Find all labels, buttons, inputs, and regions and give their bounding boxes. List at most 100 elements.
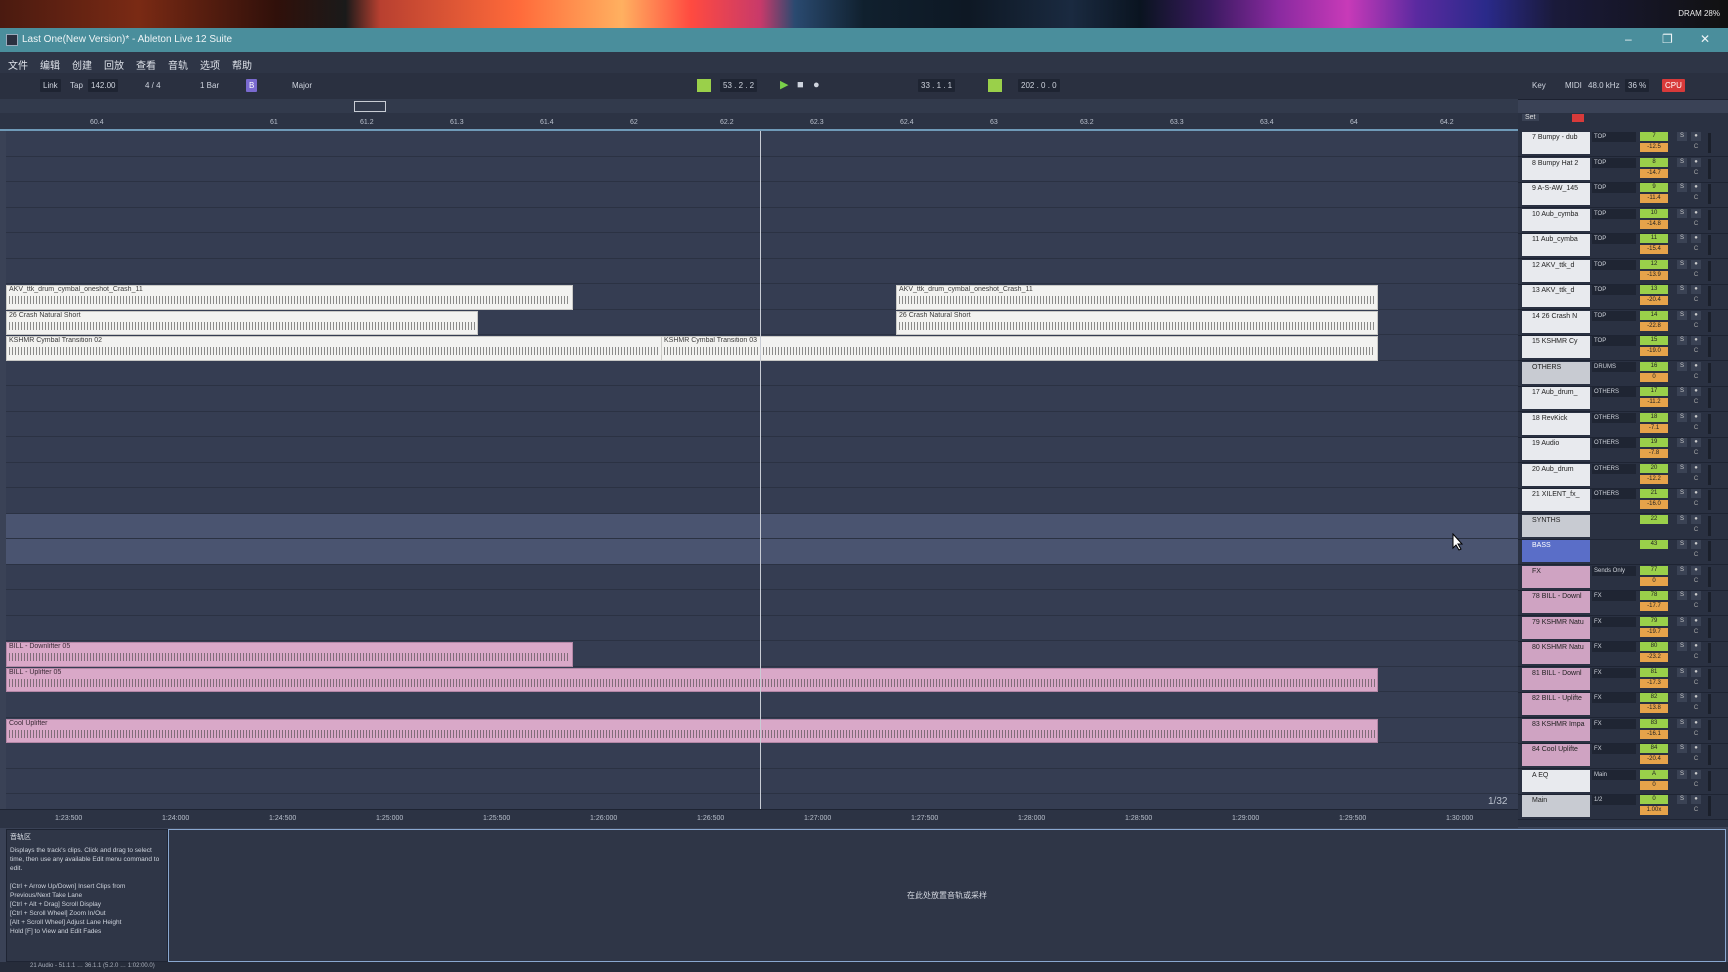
track-activator[interactable]: 9: [1640, 183, 1668, 192]
pan-value[interactable]: C: [1691, 296, 1701, 305]
track-activator[interactable]: 20: [1640, 463, 1668, 473]
track-volume[interactable]: -12.2: [1640, 474, 1668, 484]
solo-button[interactable]: S: [1677, 336, 1687, 345]
track-name[interactable]: 84 Cool Uplifte: [1522, 744, 1590, 766]
track-volume[interactable]: -17.3: [1640, 678, 1668, 688]
pan-value[interactable]: C: [1691, 577, 1701, 586]
solo-button[interactable]: S: [1677, 540, 1687, 549]
track-routing[interactable]: TOP: [1592, 310, 1636, 321]
track-name[interactable]: 15 KSHMR Cy: [1522, 336, 1590, 358]
pan-value[interactable]: C: [1691, 475, 1701, 484]
key-map-button[interactable]: Key: [1532, 79, 1546, 92]
track-name[interactable]: OTHERS: [1522, 361, 1590, 384]
arm-button[interactable]: ●: [1691, 744, 1701, 753]
track-volume[interactable]: -19.0: [1640, 347, 1668, 356]
track-lane[interactable]: [6, 794, 1518, 809]
stop-icon[interactable]: ■: [797, 79, 804, 92]
track-activator[interactable]: 43: [1640, 540, 1668, 549]
arm-button[interactable]: ●: [1691, 718, 1701, 728]
track-activator[interactable]: 22: [1640, 514, 1668, 524]
solo-button[interactable]: S: [1677, 259, 1687, 269]
track-name[interactable]: 82 BILL - Uplifte: [1522, 693, 1590, 715]
track-lane[interactable]: [6, 769, 1518, 794]
track-lane[interactable]: [6, 616, 1518, 641]
track-volume[interactable]: 0: [1640, 372, 1668, 382]
track-lane[interactable]: [6, 259, 1518, 284]
track-volume[interactable]: 0: [1640, 576, 1668, 586]
track-routing[interactable]: FX: [1592, 693, 1636, 703]
pan-value[interactable]: C: [1691, 449, 1701, 458]
track-name[interactable]: 83 KSHMR Impa: [1522, 718, 1590, 741]
track-activator[interactable]: 84: [1640, 744, 1668, 753]
scale-selector[interactable]: Major: [292, 79, 312, 92]
track-volume[interactable]: 0: [1640, 780, 1668, 790]
set-button[interactable]: Set: [1522, 114, 1539, 121]
quantize-menu[interactable]: 1 Bar: [200, 79, 219, 92]
track-name[interactable]: 19 Audio: [1522, 438, 1590, 460]
arm-button[interactable]: ●: [1691, 540, 1701, 549]
track-activator[interactable]: 15: [1640, 336, 1668, 345]
solo-button[interactable]: S: [1677, 183, 1687, 192]
track-lane[interactable]: [6, 743, 1518, 769]
track-lane[interactable]: [6, 488, 1518, 514]
track-routing[interactable]: TOP: [1592, 157, 1636, 168]
loop-start[interactable]: 33 . 1 . 1: [918, 79, 956, 92]
track-volume[interactable]: -12.5: [1640, 143, 1668, 152]
track-routing[interactable]: FX: [1592, 616, 1636, 627]
arrangement-overview[interactable]: [0, 99, 1518, 113]
track-routing[interactable]: OTHERS: [1592, 463, 1636, 474]
track-routing[interactable]: Main: [1592, 769, 1636, 780]
track-name[interactable]: 17 Aub_drum_: [1522, 387, 1590, 409]
track-header[interactable]: OTHERS DRUMS 16 0 S ● C: [1518, 361, 1728, 387]
track-activator[interactable]: A: [1640, 769, 1668, 779]
track-routing[interactable]: FX: [1592, 744, 1636, 754]
track-header[interactable]: SYNTHS 22 S ● C: [1518, 514, 1728, 540]
track-header[interactable]: 19 Audio OTHERS 19 -7.8 S ● C: [1518, 437, 1728, 463]
pan-value[interactable]: C: [1691, 271, 1701, 280]
track-name[interactable]: 11 Aub_cymba: [1522, 234, 1590, 256]
track-name[interactable]: 14 26 Crash N: [1522, 310, 1590, 333]
arm-button[interactable]: ●: [1691, 438, 1701, 447]
pan-value[interactable]: C: [1691, 602, 1701, 611]
solo-button[interactable]: S: [1677, 769, 1687, 779]
solo-button[interactable]: S: [1677, 744, 1687, 753]
track-routing[interactable]: DRUMS: [1592, 361, 1636, 372]
time-signature[interactable]: 4 / 4: [145, 79, 161, 92]
pan-value[interactable]: C: [1691, 653, 1701, 662]
solo-button[interactable]: S: [1677, 616, 1687, 626]
track-routing[interactable]: FX: [1592, 591, 1636, 601]
audio-clip[interactable]: BILL - Uplifter 05: [6, 667, 1378, 692]
track-routing[interactable]: OTHERS: [1592, 438, 1636, 448]
track-name[interactable]: 78 BILL - Downl: [1522, 591, 1590, 613]
menu-options[interactable]: 选项: [200, 57, 220, 72]
solo-button[interactable]: S: [1677, 132, 1687, 141]
track-name[interactable]: 7 Bumpy - dub: [1522, 132, 1590, 154]
solo-button[interactable]: S: [1677, 693, 1687, 702]
track-name[interactable]: 18 RevKick: [1522, 412, 1590, 435]
pan-value[interactable]: C: [1691, 245, 1701, 254]
arm-button[interactable]: ●: [1691, 565, 1701, 575]
track-lane[interactable]: [6, 437, 1518, 463]
arm-button[interactable]: ●: [1691, 463, 1701, 473]
track-activator[interactable]: 83: [1640, 718, 1668, 728]
track-header[interactable]: 14 26 Crash N TOP 14 -22.8 S ● C: [1518, 310, 1728, 336]
close-button[interactable]: ✕: [1700, 32, 1710, 46]
detail-view-drop-zone[interactable]: 在此处放置音轨或采样: [168, 829, 1726, 962]
track-routing[interactable]: Sends Only: [1592, 565, 1636, 576]
track-volume[interactable]: -7.1: [1640, 423, 1668, 433]
solo-button[interactable]: S: [1677, 667, 1687, 677]
track-activator[interactable]: 17: [1640, 387, 1668, 396]
track-volume[interactable]: -14.7: [1640, 168, 1668, 178]
arm-button[interactable]: ●: [1691, 412, 1701, 422]
track-header[interactable]: 78 BILL - Downl FX 78 -17.7 S ● C: [1518, 590, 1728, 616]
arm-button[interactable]: ●: [1691, 591, 1701, 600]
pan-value[interactable]: C: [1691, 806, 1701, 815]
track-header[interactable]: Main 1/2 0 1.00x S ● C: [1518, 794, 1728, 820]
pan-value[interactable]: C: [1691, 628, 1701, 637]
audio-clip[interactable]: 26 Crash Natural Short: [6, 310, 478, 335]
track-header[interactable]: 20 Aub_drum OTHERS 20 -12.2 S ● C: [1518, 463, 1728, 489]
track-activator[interactable]: 13: [1640, 285, 1668, 294]
track-volume[interactable]: -13.8: [1640, 704, 1668, 713]
tap-button[interactable]: Tap: [70, 79, 83, 92]
track-activator[interactable]: 19: [1640, 438, 1668, 447]
